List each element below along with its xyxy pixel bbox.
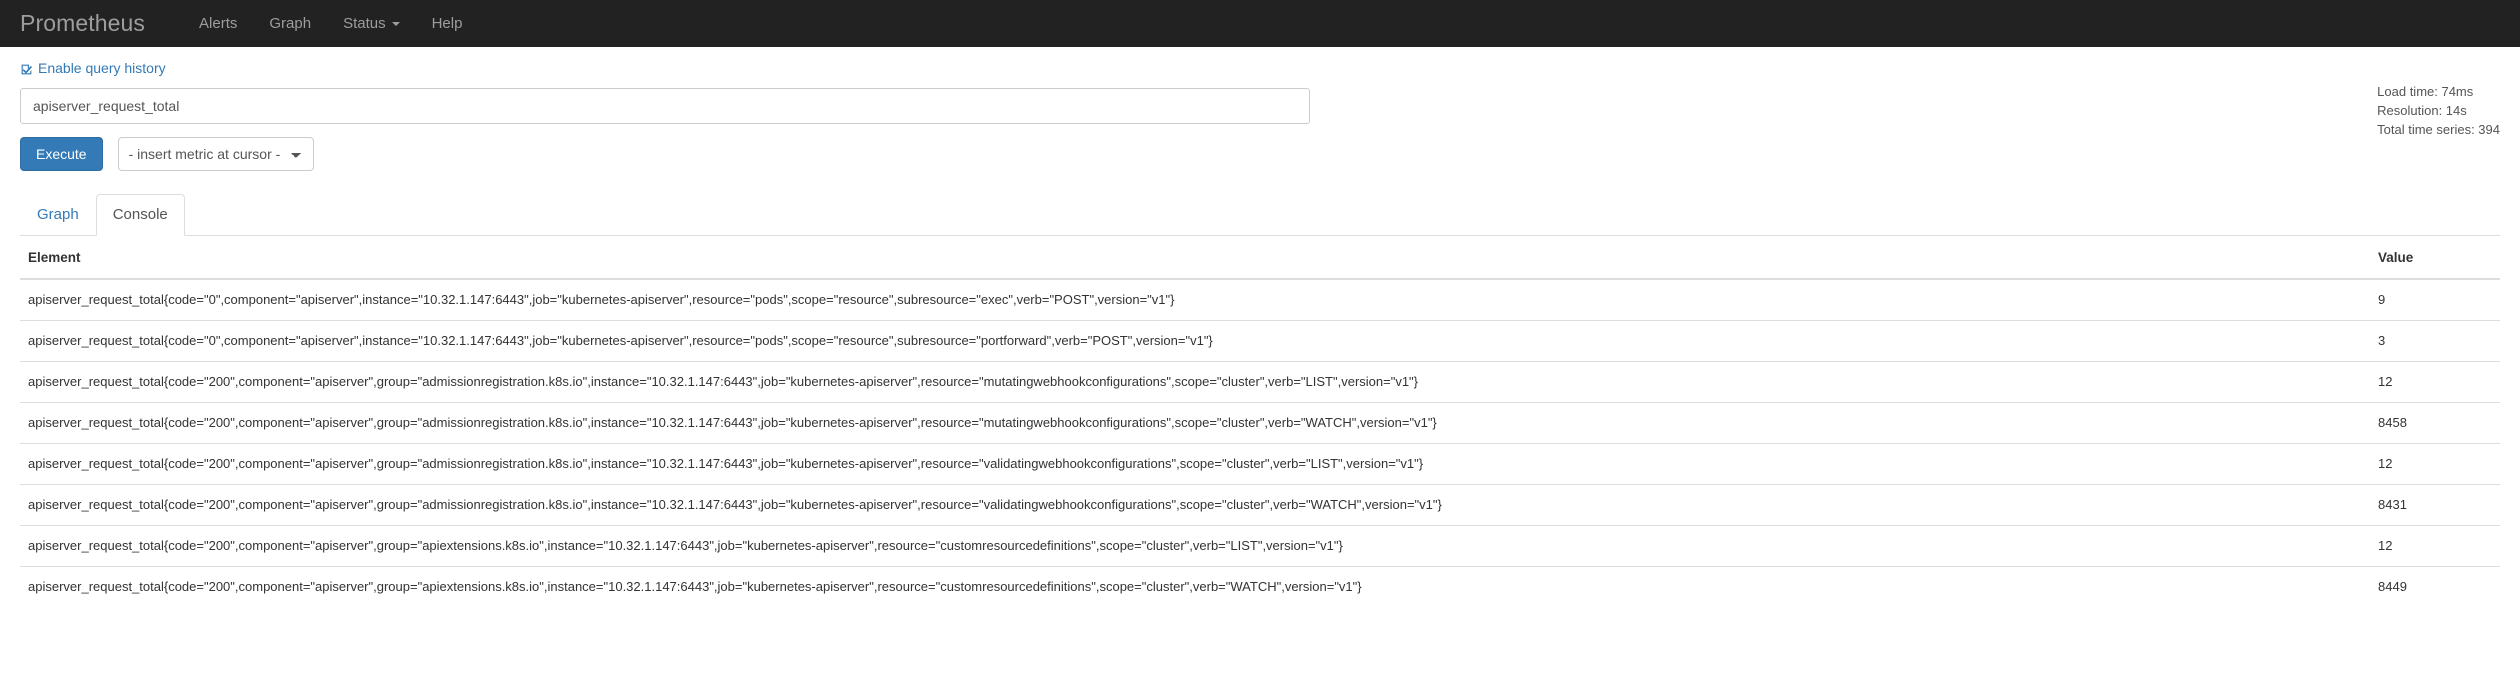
enable-query-history-label: Enable query history — [38, 60, 166, 76]
query-stats-panel: Load time: 74ms Resolution: 14s Total ti… — [2377, 82, 2500, 139]
query-expression-input[interactable] — [20, 88, 1310, 124]
cell-value: 8458 — [2370, 402, 2500, 444]
insert-metric-select[interactable]: - insert metric at cursor - — [117, 137, 314, 171]
nav-link-help-label: Help — [431, 15, 463, 32]
cell-value: 12 — [2370, 443, 2500, 485]
nav-link-graph[interactable]: Graph — [253, 15, 327, 32]
nav-link-status-label: Status — [343, 15, 386, 32]
tab-console[interactable]: Console — [95, 194, 185, 236]
table-row: apiserver_request_total{code="200",compo… — [20, 484, 2500, 526]
cell-element: apiserver_request_total{code="200",compo… — [20, 566, 2370, 608]
cell-element: apiserver_request_total{code="200",compo… — [20, 484, 2370, 526]
table-row: apiserver_request_total{code="200",compo… — [20, 525, 2500, 567]
cell-element: apiserver_request_total{code="200",compo… — [20, 402, 2370, 444]
stat-total-time-series: Total time series: 394 — [2377, 122, 2500, 137]
table-row: apiserver_request_total{code="0",compone… — [20, 320, 2500, 362]
table-row: apiserver_request_total{code="0",compone… — [20, 279, 2500, 321]
cell-value: 12 — [2370, 525, 2500, 567]
cell-element: apiserver_request_total{code="200",compo… — [20, 443, 2370, 485]
stat-load-time: Load time: 74ms — [2377, 84, 2474, 99]
nav-link-help[interactable]: Help — [416, 15, 479, 32]
brand-prometheus[interactable]: Prometheus — [20, 10, 145, 37]
cell-element: apiserver_request_total{code="0",compone… — [28, 292, 1175, 307]
cell-element: apiserver_request_total{code="200",compo… — [20, 361, 2370, 403]
column-header-value: Value — [2370, 236, 2500, 280]
query-history-row: Enable query history — [20, 47, 2500, 76]
page-container: Enable query history Load time: 74ms Res… — [0, 47, 2520, 608]
cell-value: 8449 — [2370, 566, 2500, 608]
checked-checkbox-icon — [20, 63, 33, 76]
execute-button[interactable]: Execute — [20, 137, 103, 171]
table-header-row: Element Value — [20, 236, 2500, 280]
table-row: apiserver_request_total{code="200",compo… — [20, 402, 2500, 444]
nav-link-status[interactable]: Status — [327, 15, 416, 32]
query-controls-row: Execute - insert metric at cursor - — [20, 137, 2500, 171]
table-row: apiserver_request_total{code="200",compo… — [20, 443, 2500, 485]
result-tabs: Graph Console — [20, 194, 2500, 236]
nav-link-graph-label: Graph — [269, 15, 312, 32]
nav-link-alerts-label: Alerts — [199, 15, 238, 32]
column-header-element: Element — [20, 236, 2370, 280]
cell-element: apiserver_request_total{code="0",compone… — [20, 320, 2370, 362]
table-row: apiserver_request_total{code="200",compo… — [20, 361, 2500, 403]
stat-resolution: Resolution: 14s — [2377, 103, 2467, 118]
navbar: Prometheus Alerts Graph Status Help — [0, 0, 2520, 47]
cell-value: 12 — [2370, 361, 2500, 403]
query-input-row — [20, 88, 2500, 124]
cell-value: 8431 — [2370, 484, 2500, 526]
table-row: apiserver_request_total{code="200",compo… — [20, 566, 2500, 608]
results-table: Element Value apiserver_request_total{co… — [20, 236, 2500, 608]
cell-value: 3 — [2370, 320, 2500, 362]
chevron-down-icon — [391, 21, 400, 26]
enable-query-history-toggle[interactable]: Enable query history — [20, 60, 166, 76]
cell-value: 9 — [2378, 292, 2386, 307]
navbar-inner: Prometheus Alerts Graph Status Help — [0, 10, 478, 37]
nav-link-alerts[interactable]: Alerts — [183, 15, 253, 32]
tab-graph[interactable]: Graph — [20, 194, 96, 236]
results-table-body: apiserver_request_total{code="0",compone… — [20, 279, 2500, 608]
results-table-head: Element Value — [20, 236, 2500, 280]
cell-element: apiserver_request_total{code="200",compo… — [20, 525, 2370, 567]
